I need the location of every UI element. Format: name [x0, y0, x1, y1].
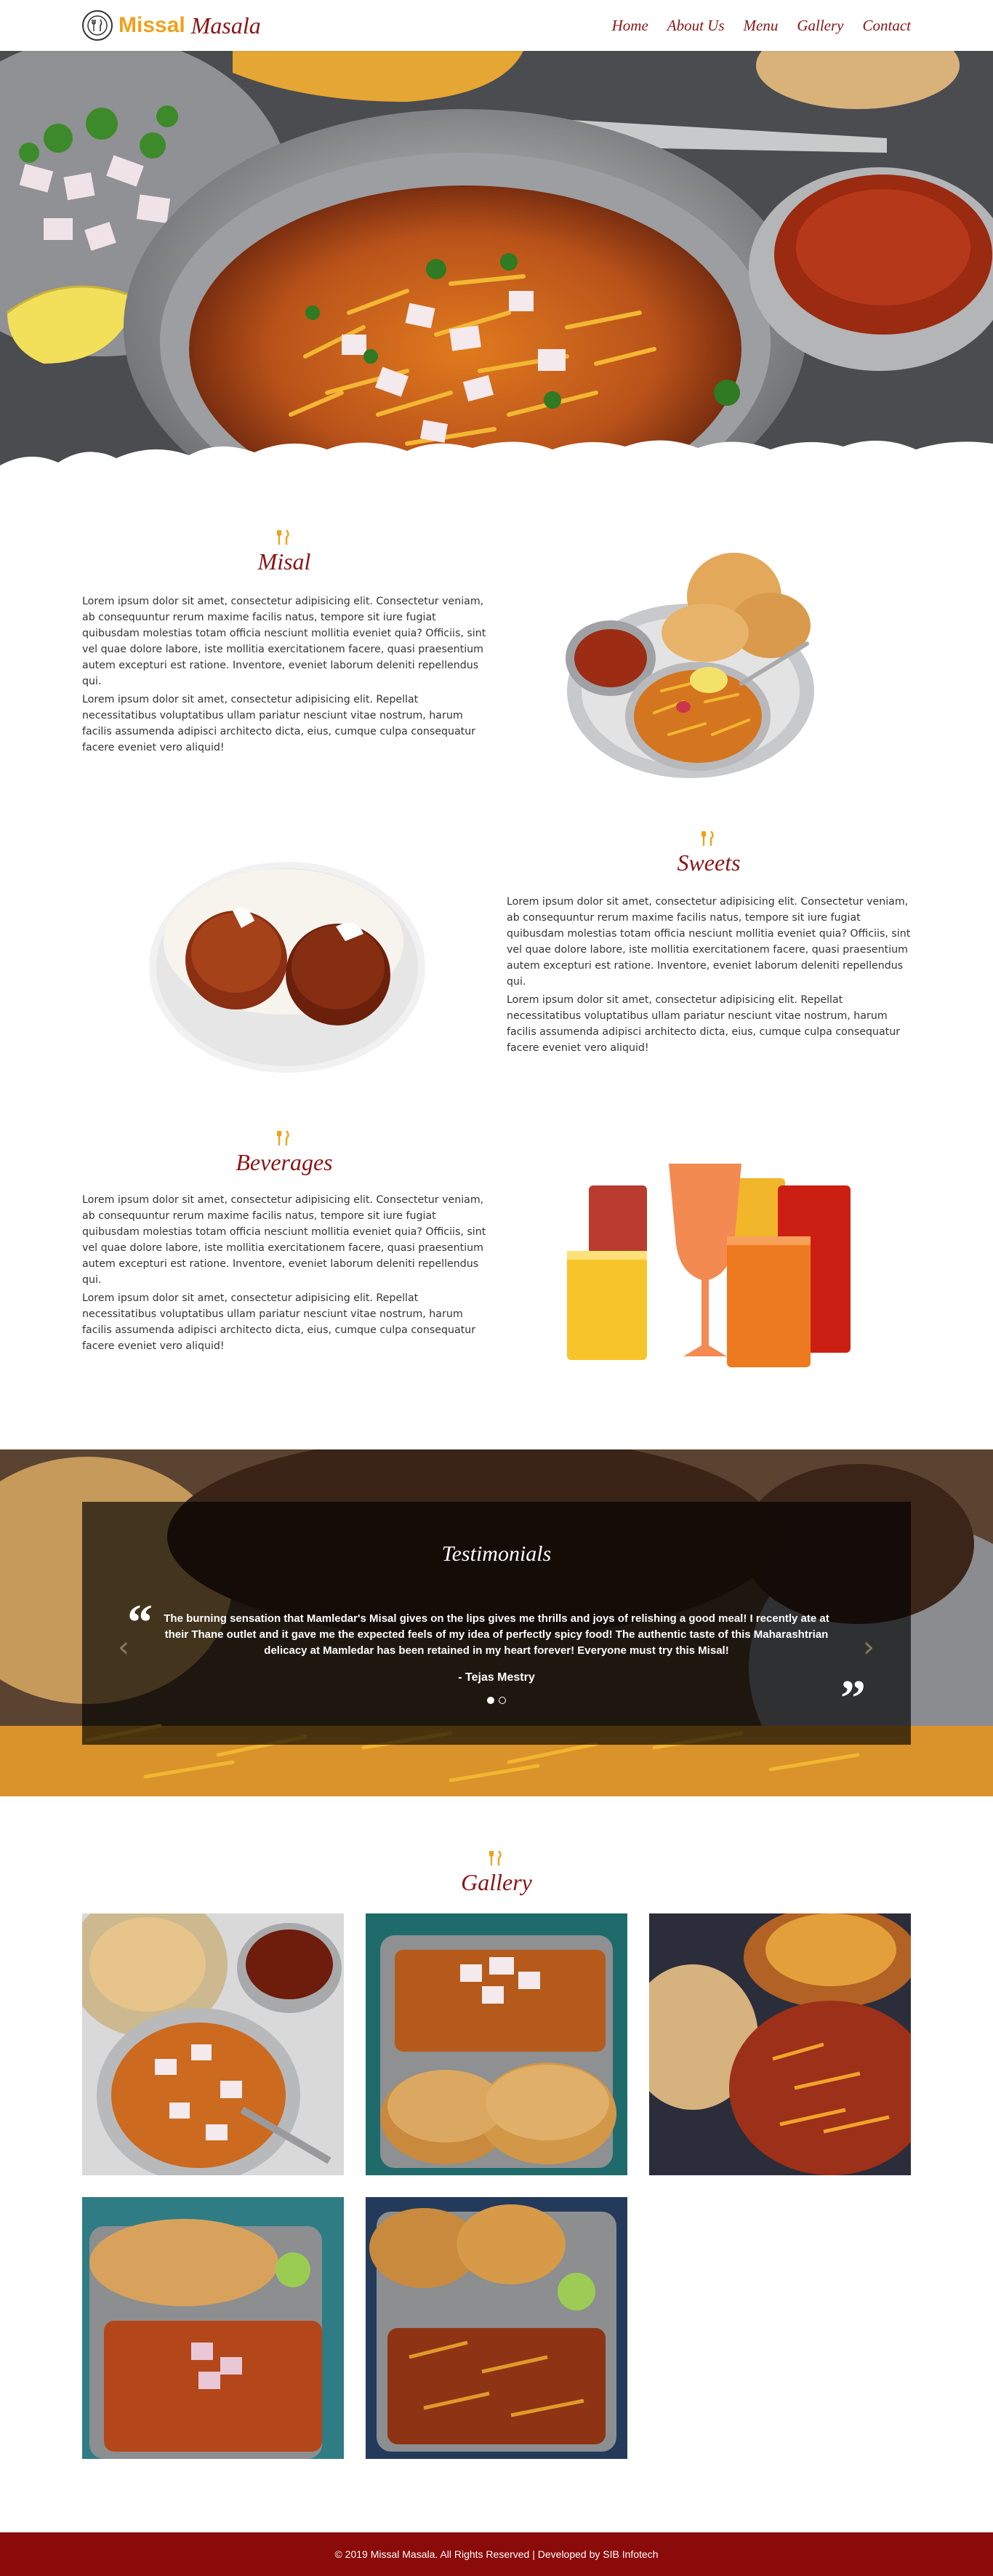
nav-link-contact[interactable]: Contact — [863, 17, 912, 35]
carousel-indicators — [0, 1697, 993, 1704]
site-header: Missal Masala Home About Us Menu Gallery… — [0, 0, 993, 51]
nav-link-menu[interactable]: Menu — [744, 17, 779, 35]
gallery-item-2[interactable] — [366, 1913, 627, 2175]
misal-pav-plate-icon — [0, 51, 993, 476]
gallery-misal-pav-4 — [82, 2197, 344, 2459]
sweets-paragraph-2: Lorem ipsum dolor sit amet, consectetur … — [507, 994, 901, 1054]
gulab-jamun-image — [145, 858, 429, 1076]
section-title-misal: Misal — [257, 548, 311, 575]
beverages-paragraph-2: Lorem ipsum dolor sit amet, consectetur … — [82, 1292, 476, 1352]
section-heading-misal: Misal — [82, 529, 486, 575]
gallery-item-3[interactable] — [649, 1913, 911, 2175]
section-title-beverages: Beverages — [236, 1149, 333, 1175]
beverages-paragraph-1: Lorem ipsum dolor sit amet, consectetur … — [82, 1194, 486, 1286]
main-nav: Home About Us Menu Gallery Contact — [612, 0, 911, 51]
logo-badge-icon — [82, 10, 113, 41]
gallery-item-1[interactable] — [82, 1913, 344, 2175]
misal-paragraph-1: Lorem ipsum dolor sit amet, consectetur … — [82, 596, 486, 687]
sweets-paragraph-1: Lorem ipsum dolor sit amet, consectetur … — [507, 896, 911, 988]
logo-word-masala: Masala — [190, 12, 261, 39]
nav-link-gallery[interactable]: Gallery — [797, 17, 843, 35]
testimonial-quote: The burning sensation that Mamledar's Mi… — [164, 1612, 829, 1657]
gallery-misal-pav-5 — [366, 2197, 627, 2459]
section-heading-beverages: Beverages — [82, 1130, 486, 1176]
testimonial-card: Testimonials “ The burning sensation tha… — [82, 1502, 911, 1745]
carousel-next-arrow-icon[interactable]: › — [858, 1631, 880, 1664]
logo-word-missal: Missal — [118, 13, 185, 37]
section-heading-sweets: Sweets — [507, 831, 911, 876]
carousel-prev-arrow-icon[interactable]: ‹ — [113, 1631, 134, 1664]
fork-knife-icon — [277, 1130, 289, 1145]
hero-banner — [0, 51, 993, 476]
nav-link-home[interactable]: Home — [612, 17, 648, 35]
juice-glasses-icon — [567, 1164, 851, 1367]
gallery-misal-pav-2 — [366, 1913, 627, 2175]
misal-thali-icon — [566, 553, 814, 778]
gallery-item-4[interactable] — [82, 2197, 344, 2459]
nav-link-about-us[interactable]: About Us — [667, 17, 725, 35]
misal-plate-image — [560, 538, 843, 785]
misal-paragraph-2: Lorem ipsum dolor sit amet, consectetur … — [82, 694, 476, 753]
site-footer: © 2019 Missal Masala. All Rights Reserve… — [0, 2532, 993, 2576]
carousel-dot-1[interactable] — [487, 1697, 494, 1704]
gallery-misal-pav-3 — [649, 1913, 911, 2175]
beverages-image — [560, 1156, 858, 1375]
site-logo[interactable]: Missal Masala — [82, 9, 261, 41]
section-heading-gallery: Gallery — [0, 1850, 993, 1896]
testimonials-section: Testimonials “ The burning sensation tha… — [0, 1449, 993, 1796]
testimonials-title: Testimonials — [441, 1542, 552, 1566]
section-title-sweets: Sweets — [677, 849, 741, 876]
carousel-dot-2[interactable] — [499, 1697, 506, 1704]
footer-copyright: © 2019 Missal Masala. All Rights Reserve… — [334, 2548, 659, 2560]
section-title-gallery: Gallery — [461, 1869, 532, 1895]
fork-knife-icon — [277, 529, 289, 545]
testimonial-author: - Tejas Mestry — [458, 1671, 535, 1684]
fork-knife-icon — [489, 1850, 502, 1865]
gulab-jamun-bowl-icon — [149, 862, 425, 1073]
fork-knife-icon — [701, 831, 714, 846]
gallery-misal-pav-1 — [82, 1913, 344, 2175]
gallery-item-5[interactable] — [366, 2197, 627, 2459]
